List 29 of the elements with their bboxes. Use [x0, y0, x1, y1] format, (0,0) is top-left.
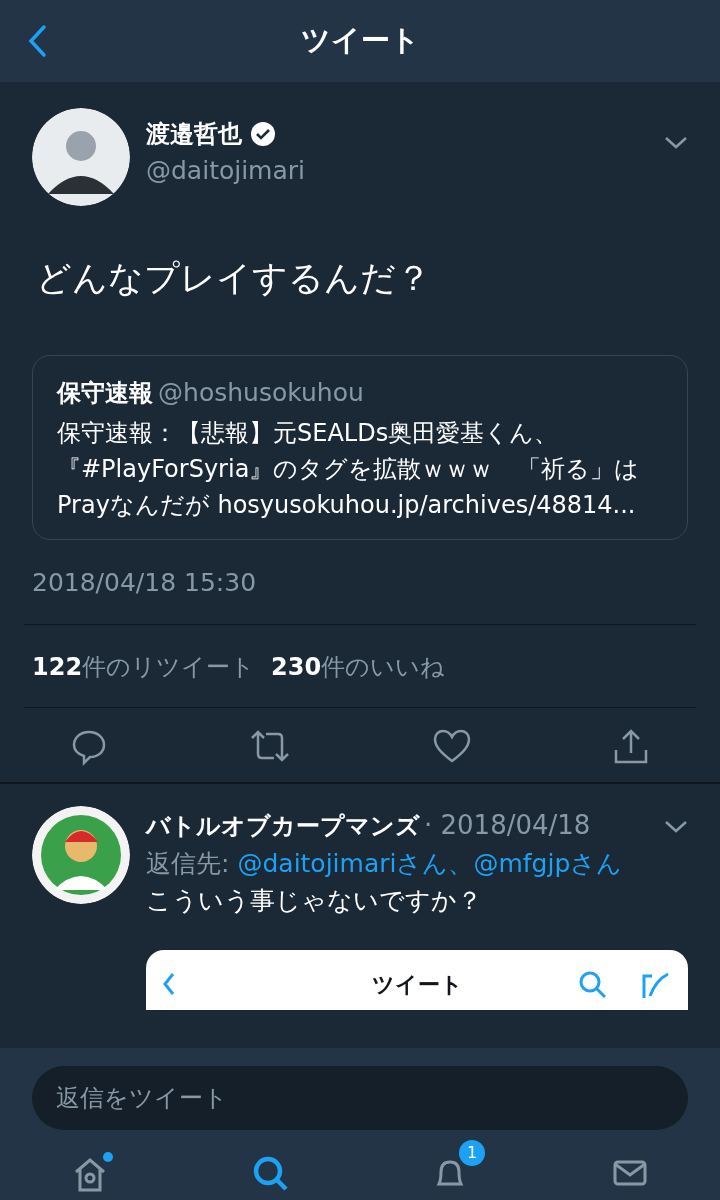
reply-user-name[interactable]: バトルオブカープマンズ — [146, 807, 420, 844]
heart-icon[interactable] — [432, 727, 472, 764]
stat-count[interactable]: 122件のリツイート — [32, 648, 256, 685]
mention-link[interactable]: @daitojimariさん、 — [237, 844, 474, 882]
timestamp: 2018/04/18 15:30 — [31, 567, 258, 599]
stat-count[interactable]: 230件のいいね — [271, 648, 446, 685]
tweet-text: どんなプレイするんだ？ — [35, 257, 432, 300]
quoted-text: 保守速報：【悲報】元SEALDs奥田愛基くん、『#PlayForSyria』のタグを拡散ｗｗｗ 「祈る」はPrayなんだが hosyusokuhou.jp/archives/48814... — [57, 418, 641, 521]
mention-link[interactable]: @mfgjpさん — [473, 844, 623, 882]
quoted-user-name: 保守速報 — [57, 378, 153, 407]
quoted-tweet[interactable]: 保守速報 @hoshusokuhou 保守速報：【悲報】元SEALDs奥田愛基くん、『#PlayForSyria』のタグを拡散ｗｗｗ 「祈る」はPrayなんだが hosyusokuhou.jp/archives/48814... — [32, 354, 688, 540]
share-icon[interactable] — [612, 727, 650, 766]
attached-screenshot[interactable]: ツイート — [146, 949, 688, 1010]
reply-to-label: 返信先: — [146, 847, 230, 880]
chevron-down-icon[interactable] — [664, 819, 688, 834]
back-icon — [162, 971, 176, 996]
search-icon — [578, 969, 608, 1000]
quoted-user-handle: @hoshusokuhou — [158, 377, 364, 407]
notification-count: 1 — [459, 1140, 485, 1166]
screen-title: ツイート — [300, 22, 420, 60]
reply-input-field[interactable]: 返信をツイート — [32, 1066, 688, 1130]
search-icon[interactable] — [251, 1154, 289, 1192]
reply-date: · 2018/04/18 — [424, 808, 591, 842]
reply-text: こういう事じゃないですか？ — [146, 885, 483, 917]
user-handle[interactable]: @daitojimari — [146, 152, 664, 190]
back-icon[interactable] — [26, 24, 48, 58]
user-name[interactable]: 渡邉哲也 — [146, 116, 242, 152]
chevron-down-icon[interactable] — [664, 136, 688, 150]
screenshot-title: ツイート — [371, 970, 463, 999]
